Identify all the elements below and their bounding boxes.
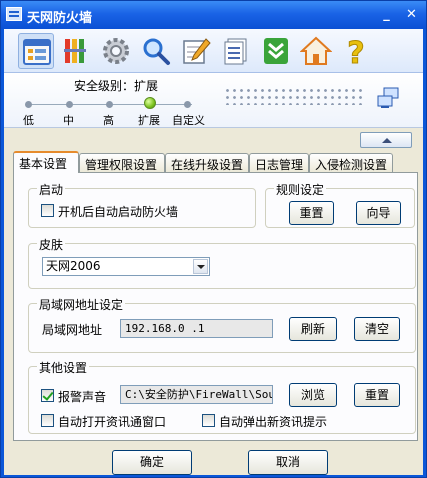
app-icon bbox=[6, 7, 22, 21]
level-extended: 扩展 bbox=[138, 114, 160, 127]
chevron-down-icon[interactable] bbox=[193, 259, 208, 274]
alarm-sound-checkbox[interactable] bbox=[41, 389, 54, 402]
rules-reset-button[interactable]: 重置 bbox=[289, 201, 334, 225]
report-document-icon[interactable] bbox=[218, 33, 254, 69]
ok-button[interactable]: 确定 bbox=[112, 450, 192, 475]
level-custom: 自定义 bbox=[172, 114, 205, 127]
settings-main-area: 基本设置 管理权限设置 在线升级设置 日志管理 入侵检测设置 启动 开机后自动启… bbox=[4, 127, 423, 475]
rules-group: 规则设定 重置 向导 bbox=[265, 181, 415, 228]
security-level-label: 安全级别：扩展 bbox=[74, 79, 159, 93]
close-icon[interactable]: ✕ bbox=[402, 6, 421, 24]
other-settings-group: 其他设置 报警声音 C:\安全防护\FireWall\Sour 浏览 重置 自动… bbox=[28, 359, 416, 434]
skin-group-title: 皮肤 bbox=[37, 236, 66, 253]
lan-ip-input[interactable]: 192.168.0 .1 bbox=[120, 319, 273, 338]
tab-online-upgrade[interactable]: 在线升级设置 bbox=[165, 153, 249, 172]
skin-selected-value: 天网2006 bbox=[46, 259, 101, 273]
auto-open-label: 自动打开资讯通窗口 bbox=[58, 415, 167, 429]
firewall-settings-window: 天网防火墙 _ ✕ ? 安全级别：扩展 低 中 高 扩展 自定义 基本设置 管理… bbox=[0, 0, 427, 478]
startup-group: 启动 开机后自动启动防火墙 bbox=[28, 181, 256, 228]
tab-basic-settings[interactable]: 基本设置 bbox=[13, 151, 79, 173]
autostart-checkbox[interactable] bbox=[41, 204, 54, 217]
tab-intrusion-detection[interactable]: 入侵检测设置 bbox=[309, 153, 393, 172]
network-status-icon[interactable] bbox=[376, 87, 402, 109]
minimize-icon[interactable]: _ bbox=[377, 6, 396, 24]
window-title: 天网防火墙 bbox=[27, 11, 93, 26]
settings-gear-icon[interactable] bbox=[98, 33, 134, 69]
auto-popup-checkbox[interactable] bbox=[202, 414, 215, 427]
network-activity-indicator bbox=[224, 87, 364, 105]
slider-tick[interactable] bbox=[25, 101, 32, 108]
startup-group-title: 启动 bbox=[37, 181, 66, 198]
main-toolbar: ? bbox=[4, 29, 423, 73]
rules-bars-icon[interactable] bbox=[58, 33, 94, 69]
title-bar[interactable]: 天网防火墙 _ ✕ bbox=[1, 1, 426, 29]
slider-tick[interactable] bbox=[184, 101, 191, 108]
security-slider-knob[interactable] bbox=[144, 97, 156, 109]
home-icon[interactable] bbox=[298, 33, 334, 69]
tab-log-management[interactable]: 日志管理 bbox=[249, 153, 309, 172]
download-arrows-icon[interactable] bbox=[258, 33, 294, 69]
browse-button[interactable]: 浏览 bbox=[289, 383, 337, 407]
tab-permission-settings[interactable]: 管理权限设置 bbox=[79, 153, 165, 172]
alarm-sound-label: 报警声音 bbox=[58, 390, 107, 404]
log-edit-icon[interactable] bbox=[178, 33, 214, 69]
lan-address-label: 局域网地址 bbox=[42, 323, 103, 337]
rules-group-title: 规则设定 bbox=[274, 181, 327, 198]
security-level-panel: 安全级别：扩展 低 中 高 扩展 自定义 bbox=[4, 73, 423, 127]
autostart-label: 开机后自动启动防火墙 bbox=[58, 205, 179, 219]
basic-settings-panel: 启动 开机后自动启动防火墙 规则设定 重置 向导 皮肤 天网2006 局域网地址… bbox=[13, 172, 418, 441]
lan-refresh-button[interactable]: 刷新 bbox=[289, 317, 337, 341]
lan-group: 局域网地址设定 局域网地址 192.168.0 .1 刷新 清空 bbox=[28, 296, 416, 353]
slider-tick[interactable] bbox=[66, 101, 73, 108]
auto-open-checkbox[interactable] bbox=[41, 414, 54, 427]
collapse-up-button[interactable] bbox=[360, 132, 412, 148]
skin-group: 皮肤 天网2006 bbox=[28, 236, 416, 289]
search-icon[interactable] bbox=[138, 33, 174, 69]
slider-tick[interactable] bbox=[106, 101, 113, 108]
level-medium: 中 bbox=[63, 114, 74, 127]
lan-clear-button[interactable]: 清空 bbox=[354, 317, 400, 341]
other-group-title: 其他设置 bbox=[37, 359, 90, 376]
app-list-icon[interactable] bbox=[18, 33, 54, 69]
cancel-button[interactable]: 取消 bbox=[248, 450, 328, 475]
other-reset-button[interactable]: 重置 bbox=[354, 383, 400, 407]
sound-path-input[interactable]: C:\安全防护\FireWall\Sour bbox=[120, 385, 273, 404]
level-low: 低 bbox=[23, 114, 34, 127]
rules-wizard-button[interactable]: 向导 bbox=[356, 201, 401, 225]
level-high: 高 bbox=[103, 114, 114, 127]
skin-select[interactable]: 天网2006 bbox=[42, 257, 210, 276]
auto-popup-label: 自动弹出新资讯提示 bbox=[219, 415, 328, 429]
lan-group-title: 局域网地址设定 bbox=[37, 296, 126, 313]
help-question-icon[interactable]: ? bbox=[338, 33, 374, 69]
svg-text:?: ? bbox=[347, 36, 364, 67]
